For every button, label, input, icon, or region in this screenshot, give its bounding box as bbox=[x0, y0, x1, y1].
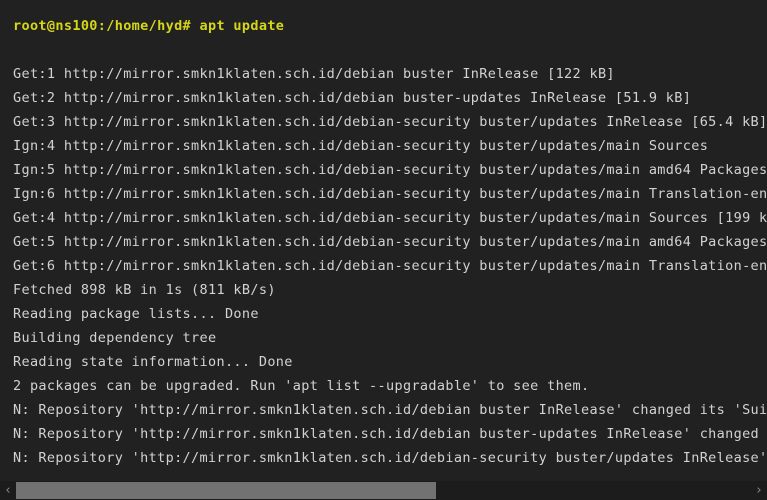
terminal-output-line: Get:5 http://mirror.smkn1klaten.sch.id/d… bbox=[13, 234, 767, 250]
terminal-output-line: Ign:5 http://mirror.smkn1klaten.sch.id/d… bbox=[13, 162, 767, 178]
terminal-line-list: root@ns100:/home/hyd# apt update Get:1 h… bbox=[13, 14, 767, 470]
terminal-prompt-line: root@ns100:/home/hyd# apt update bbox=[13, 18, 285, 34]
terminal-output-line: Building dependency tree bbox=[13, 330, 217, 346]
terminal-output-line: Fetched 898 kB in 1s (811 kB/s) bbox=[13, 282, 276, 298]
horizontal-scrollbar[interactable]: ‹ › bbox=[0, 481, 767, 500]
terminal-output-line: Get:3 http://mirror.smkn1klaten.sch.id/d… bbox=[13, 114, 767, 130]
terminal-window[interactable]: root@ns100:/home/hyd# apt update Get:1 h… bbox=[0, 0, 767, 500]
terminal-output-line: Get:1 http://mirror.smkn1klaten.sch.id/d… bbox=[13, 66, 615, 82]
scroll-left-arrow-icon[interactable]: ‹ bbox=[0, 481, 16, 500]
terminal-output-line: Reading state information... Done bbox=[13, 354, 293, 370]
terminal-output-line: Get:6 http://mirror.smkn1klaten.sch.id/d… bbox=[13, 258, 767, 274]
horizontal-scrollbar-track[interactable] bbox=[16, 481, 751, 500]
terminal-output-line: Get:4 http://mirror.smkn1klaten.sch.id/d… bbox=[13, 210, 767, 226]
terminal-output-line: N: Repository 'http://mirror.smkn1klaten… bbox=[13, 426, 767, 442]
terminal-output-line: Reading package lists... Done bbox=[13, 306, 259, 322]
terminal-output-line: 2 packages can be upgraded. Run 'apt lis… bbox=[13, 378, 590, 394]
scroll-right-arrow-icon[interactable]: › bbox=[751, 481, 767, 500]
horizontal-scrollbar-thumb[interactable] bbox=[16, 482, 436, 499]
terminal-output-line: N: Repository 'http://mirror.smkn1klaten… bbox=[13, 450, 767, 466]
terminal-output-line: Get:2 http://mirror.smkn1klaten.sch.id/d… bbox=[13, 90, 692, 106]
terminal-output-line: Ign:6 http://mirror.smkn1klaten.sch.id/d… bbox=[13, 186, 767, 202]
terminal-output-area[interactable]: root@ns100:/home/hyd# apt update Get:1 h… bbox=[0, 0, 767, 481]
terminal-output-line: N: Repository 'http://mirror.smkn1klaten… bbox=[13, 402, 767, 418]
terminal-output-line: Ign:4 http://mirror.smkn1klaten.sch.id/d… bbox=[13, 138, 709, 154]
